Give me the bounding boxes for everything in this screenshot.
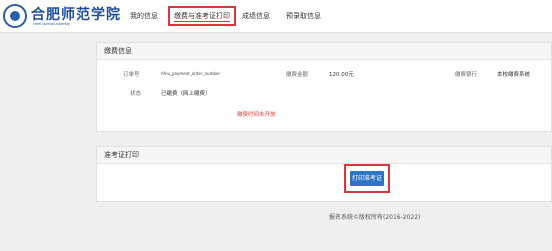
nav-scores[interactable]: 成绩信息 bbox=[242, 11, 270, 21]
payment-time-notice: 缴费时间未开放 bbox=[237, 112, 276, 118]
logo-subtitle: Hefei Normal University bbox=[33, 22, 70, 26]
top-navbar: 合肥师范学院 Hefei Normal University 我的信息 缴费与准… bbox=[0, 0, 552, 33]
payment-bank-label: 缴费银行 bbox=[455, 72, 478, 78]
university-seal-icon bbox=[3, 4, 27, 28]
nav-pre-admission[interactable]: 预录取信息 bbox=[286, 11, 321, 21]
payment-amount-label: 缴费金额 bbox=[286, 72, 309, 78]
print-admission-ticket-button[interactable]: 打印准考证 bbox=[350, 171, 384, 186]
footer-copyright: 报名系统©版权所有(2016-2022) bbox=[329, 214, 421, 221]
status-value: 已缴费（网上缴费） bbox=[161, 91, 211, 97]
nav-payment-admission[interactable]: 缴费与准考证打印 bbox=[168, 6, 236, 26]
logo-title: 合肥师范学院 bbox=[31, 7, 121, 23]
payment-amount-value: 120.00元 bbox=[329, 72, 354, 78]
admission-panel-title: 准考证打印 bbox=[97, 147, 551, 164]
nav-my-info[interactable]: 我的信息 bbox=[130, 11, 158, 21]
order-number-value: hfnu_payment_order_number bbox=[161, 71, 221, 76]
order-number-label: 订单号 bbox=[123, 72, 140, 78]
university-logo[interactable]: 合肥师范学院 Hefei Normal University bbox=[3, 4, 120, 28]
payment-bank-value: 本校缴费系统 bbox=[497, 72, 531, 78]
print-button-highlight: 打印准考证 bbox=[344, 164, 390, 193]
admission-ticket-panel: 准考证打印 打印准考证 bbox=[96, 146, 552, 202]
payment-panel-title: 缴费信息 bbox=[97, 43, 551, 60]
status-label: 状态 bbox=[130, 91, 142, 97]
payment-info-panel: 缴费信息 订单号 hfnu_payment_order_number 缴费金额 … bbox=[96, 42, 552, 132]
